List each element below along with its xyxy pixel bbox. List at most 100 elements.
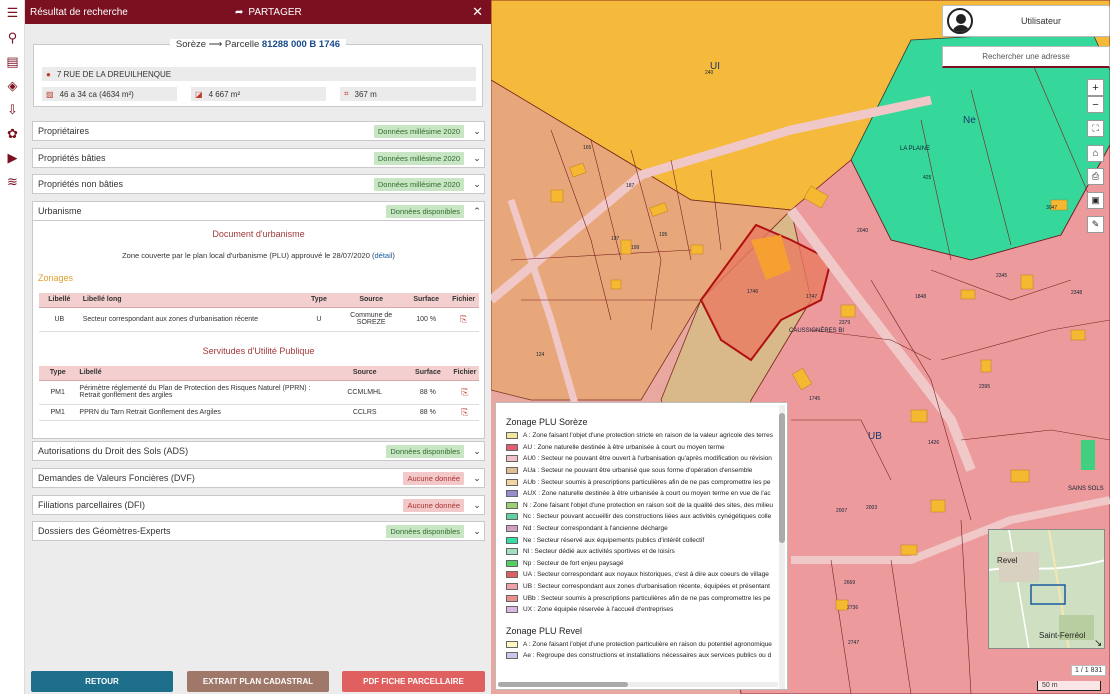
parcel-number: 2669 (844, 580, 856, 586)
map-view[interactable]: UI Ne UB LA PLAINE CAUSSIGNÈRES BI SAINS… (491, 0, 1110, 694)
cell-file: ⎘ (450, 380, 479, 405)
legend-vertical-scrollbar[interactable] (779, 405, 785, 689)
parcel-area-row: ▨ 46 a 34 ca (4634 m²) (42, 87, 177, 101)
zone-label-ub: UB (868, 431, 882, 442)
section-proprietaires[interactable]: Propriétaires Données millésime 2020 ⌄ (32, 121, 485, 141)
parcel-number: 2379 (839, 320, 851, 326)
layers-stack-icon[interactable]: ≋ (0, 170, 25, 194)
map-boundary-icon[interactable]: ✿ (0, 122, 25, 146)
overview-map[interactable]: Revel Saint-Ferréol ↘ (988, 529, 1105, 649)
legend-swatch (506, 583, 518, 591)
section-label: Autorisations du Droit des Sols (ADS) (38, 446, 189, 456)
pdf-file-icon[interactable]: ⎘ (461, 387, 468, 397)
legend-swatch (506, 513, 518, 521)
search-icon[interactable]: ⚲ (0, 26, 25, 50)
place-label: SAINS SOLS (1068, 486, 1104, 492)
overview-label: Saint-Ferréol (1039, 631, 1086, 640)
chevron-down-icon: ⌄ (473, 178, 481, 189)
legend-text: UB : Secteur correspondant aux zones d'u… (523, 583, 770, 591)
fullscreen-icon[interactable]: ⛶ (1087, 120, 1104, 137)
scale-ratio: 1 / 1 831 (1071, 665, 1107, 676)
parcel-number: 425 (923, 175, 932, 181)
cell-file: ⎘ (448, 307, 479, 332)
legend-item: Nl : Secteur dédié aux activités sportiv… (496, 546, 787, 558)
legend-text: Nl : Secteur dédié aux activités sportiv… (523, 548, 675, 556)
legend-swatch (506, 478, 518, 486)
legend-item: A : Zone faisant l'objet d'une protectio… (496, 639, 787, 651)
urbanisme-content: Document d'urbanisme Zone couverte par l… (32, 221, 485, 439)
parcel-cadastral-area: 46 a 34 ca (4634 m²) (59, 89, 134, 99)
user-avatar-icon (947, 8, 973, 34)
legend-text: Nc : Secteur pouvant accueillir des cons… (523, 513, 772, 521)
chevron-down-icon: ⌄ (473, 152, 481, 163)
close-icon[interactable]: ✕ (472, 4, 483, 20)
zoom-in-button[interactable]: + (1087, 79, 1104, 96)
extract-cadastral-button[interactable]: EXTRAIT PLAN CADASTRAL (187, 671, 329, 692)
action-bar: RETOUR EXTRAIT PLAN CADASTRAL PDF FICHE … (25, 666, 491, 694)
legend-item: Ne : Secteur réservé aux équipements pub… (496, 534, 787, 546)
section-proprietes-non-baties[interactable]: Propriétés non bâties Données millésime … (32, 174, 485, 194)
video-icon[interactable]: ▶ (0, 146, 25, 170)
section-label: Propriétés non bâties (38, 179, 124, 189)
share-button[interactable]: ➦ PARTAGER (235, 7, 302, 18)
doc-text-end: ) (392, 251, 395, 260)
cell-libelle: UB (39, 307, 80, 332)
section-label: Propriétaires (38, 126, 90, 136)
legend-swatch (506, 652, 518, 660)
pdf-sheet-button[interactable]: PDF FICHE PARCELLAIRE (342, 671, 485, 692)
status-badge: Aucune donnée (403, 471, 464, 485)
parcel-measured-area: 4 667 m² (208, 89, 241, 99)
cell-source: Commune de SOREZE (338, 307, 405, 332)
legend-text: Np : Secteur de fort enjeu paysagé (523, 559, 624, 567)
zoom-out-button[interactable]: − (1087, 96, 1104, 113)
legend-item: AU : Zone naturelle destinée à être urba… (496, 442, 787, 454)
pdf-file-icon[interactable]: ⎘ (461, 407, 468, 417)
section-label: Demandes de Valeurs Foncières (DVF) (38, 473, 195, 483)
annotation-icon[interactable]: ⇩ (0, 98, 25, 122)
table-row: PM1 Périmètre réglementé du Plan de Prot… (39, 380, 479, 405)
parcel-number: 165 (583, 145, 592, 151)
parcel-number: 199 (631, 245, 640, 251)
sup-table: Type Libellé Source Surface Fichier PM1 … (39, 366, 479, 421)
zonages-title: Zonages (38, 273, 74, 283)
print-icon[interactable]: ⎙ (1087, 168, 1104, 185)
legend-text: Ae : Regroupe des constructions et insta… (523, 652, 772, 660)
legend-swatch (506, 490, 518, 498)
section-proprietes-baties[interactable]: Propriétés bâties Données millésime 2020… (32, 148, 485, 168)
table-header: Surface (404, 293, 449, 308)
share-icon: ➦ (235, 6, 244, 18)
section-urbanisme[interactable]: Urbanisme Données disponibles ⌃ (32, 201, 485, 221)
home-icon[interactable]: ⌂ (1087, 145, 1104, 162)
legend-panel[interactable]: Zonage PLU Sorèze A : Zone faisant l'obj… (495, 402, 788, 690)
plot-icon[interactable]: ◈ (0, 74, 25, 98)
pdf-file-icon[interactable]: ⎘ (460, 314, 467, 324)
legend-swatch (506, 525, 518, 533)
status-badge: Données millésime 2020 (373, 151, 464, 165)
table-header: Type (39, 366, 77, 381)
parcel-number: 1747 (806, 294, 818, 300)
legend-text: AUb : Secteur soumis à prescriptions par… (523, 478, 771, 486)
left-toolbar: ☰ ⚲ ▤ ◈ ⇩ ✿ ▶ ≋ (0, 0, 25, 694)
user-menu-button[interactable]: Utilisateur (942, 5, 1110, 37)
parcel-search-icon[interactable]: ▤ (0, 50, 25, 74)
user-label: Utilisateur (1020, 16, 1061, 26)
share-label: PARTAGER (248, 6, 302, 18)
section-geometres[interactable]: Dossiers des Géomètres-Experts Données d… (32, 521, 485, 541)
back-button[interactable]: RETOUR (31, 671, 173, 692)
legend-horizontal-scrollbar[interactable] (498, 682, 778, 687)
hamburger-menu-icon[interactable]: ☰ (0, 0, 25, 26)
cell-type: PM1 (39, 380, 77, 405)
legend-item: UB : Secteur correspondant aux zones d'u… (496, 581, 787, 593)
cell-libelle: PPRN du Tarn Retrait Gonflement des Argi… (76, 404, 325, 421)
legend-swatch (506, 432, 518, 440)
address-search-input[interactable]: Rechercher une adresse (942, 46, 1110, 68)
section-dvf[interactable]: Demandes de Valeurs Foncières (DVF) Aucu… (32, 468, 485, 488)
overview-collapse-icon[interactable]: ↘ (1094, 638, 1102, 648)
status-badge: Données disponibles (386, 524, 464, 538)
detail-link[interactable]: détail (374, 251, 392, 260)
section-dfi[interactable]: Filiations parcellaires (DFI) Aucune don… (32, 495, 485, 515)
parcel-number: 2747 (848, 640, 860, 646)
section-ads[interactable]: Autorisations du Droit des Sols (ADS) Do… (32, 441, 485, 461)
measure-icon[interactable]: ✎ (1087, 216, 1104, 233)
layers-icon[interactable]: ▣ (1087, 192, 1104, 209)
